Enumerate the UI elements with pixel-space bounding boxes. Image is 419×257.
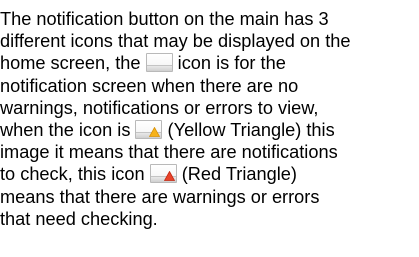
text-segment: icon is for the bbox=[177, 53, 286, 74]
text-line: that need checking. bbox=[0, 208, 158, 229]
text-segment: (Red Triangle) bbox=[181, 164, 297, 185]
help-paragraph: The notification button on the main has … bbox=[0, 8, 418, 230]
yellow-triangle-icon bbox=[135, 119, 163, 139]
text-line: warnings, notifications or errors to vie… bbox=[0, 97, 319, 118]
text-line: image it means that there are notificati… bbox=[0, 142, 338, 163]
text-line: notification screen when there are no bbox=[0, 75, 299, 96]
text-line: The notification button on the main has … bbox=[0, 9, 329, 29]
red-triangle-icon bbox=[149, 164, 177, 184]
text-segment: home screen, the bbox=[0, 53, 141, 74]
text-line: when the icon is (Yellow Triangle) this bbox=[0, 119, 418, 141]
text-segment: (Yellow Triangle) this bbox=[167, 119, 335, 140]
text-line: means that there are warnings or errors bbox=[0, 186, 320, 207]
text-segment: to check, this icon bbox=[0, 164, 145, 185]
text-line: home screen, the icon is for the bbox=[0, 52, 418, 74]
text-line: different icons that may be displayed on… bbox=[0, 31, 351, 52]
notification-blank-icon bbox=[145, 53, 173, 73]
text-segment: when the icon is bbox=[0, 119, 131, 140]
text-line: to check, this icon (Red Triangle) bbox=[0, 163, 418, 185]
